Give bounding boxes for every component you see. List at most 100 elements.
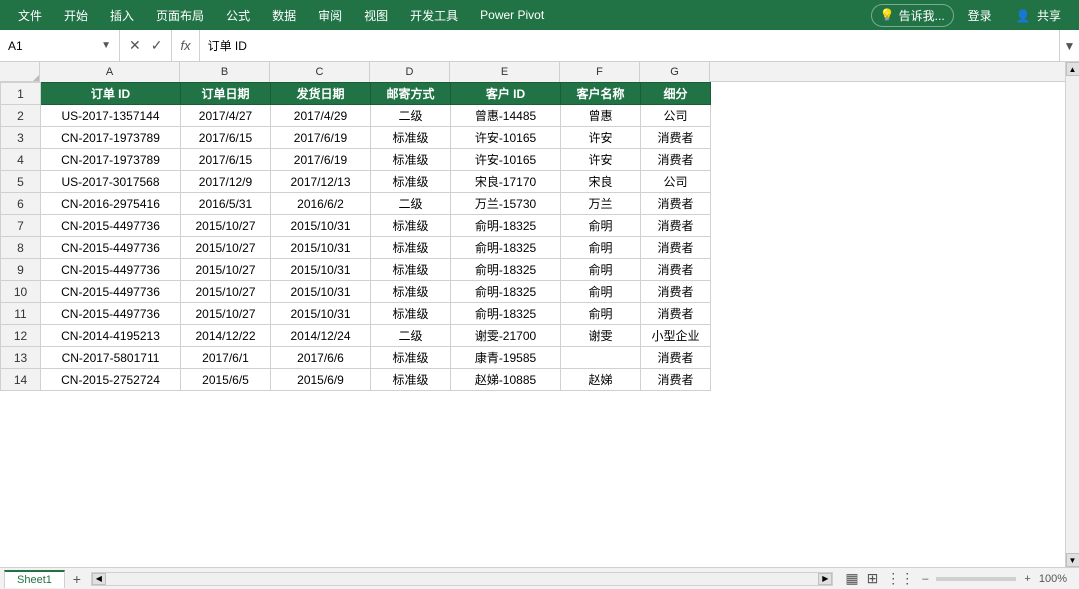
cell-9-b[interactable]: 2015/10/27 [181, 259, 271, 281]
header-cell-f[interactable]: 客户名称 [561, 83, 641, 105]
cell-5-e[interactable]: 宋良-17170 [451, 171, 561, 193]
horizontal-scrollbar[interactable]: ◀ ▶ [91, 572, 833, 586]
col-header-g[interactable]: G [640, 62, 710, 82]
cell-10-d[interactable]: 标准级 [371, 281, 451, 303]
cell-5-b[interactable]: 2017/12/9 [181, 171, 271, 193]
col-header-a[interactable]: A [40, 62, 180, 82]
scroll-down-btn[interactable]: ▼ [1066, 553, 1079, 567]
cell-6-a[interactable]: CN-2016-2975416 [41, 193, 181, 215]
cell-11-b[interactable]: 2015/10/27 [181, 303, 271, 325]
cell-7-a[interactable]: CN-2015-4497736 [41, 215, 181, 237]
header-cell-g[interactable]: 细分 [641, 83, 711, 105]
col-header-c[interactable]: C [270, 62, 370, 82]
scroll-up-btn[interactable]: ▲ [1066, 62, 1079, 76]
menu-share[interactable]: 👤 共享 [1006, 3, 1071, 28]
formula-content[interactable]: 订单 ID [200, 37, 1059, 54]
scroll-right-btn[interactable]: ▶ [818, 573, 832, 585]
scroll-left-btn[interactable]: ◀ [92, 573, 106, 585]
cell-4-g[interactable]: 消费者 [641, 149, 711, 171]
cell-11-a[interactable]: CN-2015-4497736 [41, 303, 181, 325]
select-all[interactable] [0, 62, 40, 82]
cell-12-c[interactable]: 2014/12/24 [271, 325, 371, 347]
col-header-b[interactable]: B [180, 62, 270, 82]
cell-8-d[interactable]: 标准级 [371, 237, 451, 259]
cell-4-b[interactable]: 2017/6/15 [181, 149, 271, 171]
cell-12-f[interactable]: 谢雯 [561, 325, 641, 347]
cell-14-f[interactable]: 赵娣 [561, 369, 641, 391]
menu-power-pivot[interactable]: Power Pivot [470, 4, 554, 26]
menu-insert[interactable]: 插入 [100, 3, 144, 28]
cell-12-a[interactable]: CN-2014-4195213 [41, 325, 181, 347]
cell-9-f[interactable]: 俞明 [561, 259, 641, 281]
cell-9-c[interactable]: 2015/10/31 [271, 259, 371, 281]
cell-9-g[interactable]: 消费者 [641, 259, 711, 281]
cell-14-c[interactable]: 2015/6/9 [271, 369, 371, 391]
header-cell-b[interactable]: 订单日期 [181, 83, 271, 105]
zoom-in[interactable]: + [1024, 573, 1030, 585]
cell-6-e[interactable]: 万兰-15730 [451, 193, 561, 215]
view-page[interactable]: ⊞ [867, 570, 879, 587]
col-header-f[interactable]: F [560, 62, 640, 82]
menu-file[interactable]: 文件 [8, 3, 52, 28]
cell-2-d[interactable]: 二级 [371, 105, 451, 127]
cell-3-f[interactable]: 许安 [561, 127, 641, 149]
view-normal[interactable]: ▦ [845, 570, 858, 587]
cell-6-b[interactable]: 2016/5/31 [181, 193, 271, 215]
cell-11-c[interactable]: 2015/10/31 [271, 303, 371, 325]
menu-data[interactable]: 数据 [262, 3, 306, 28]
cell-14-g[interactable]: 消费者 [641, 369, 711, 391]
cell-6-d[interactable]: 二级 [371, 193, 451, 215]
scroll-track-v[interactable] [1066, 76, 1079, 553]
cell-7-g[interactable]: 消费者 [641, 215, 711, 237]
cell-10-a[interactable]: CN-2015-4497736 [41, 281, 181, 303]
sheet-scroll[interactable]: 1 订单 ID 订单日期 发货日期 邮寄方式 客户 ID 客户名称 细分 2US… [0, 82, 1065, 567]
cell-3-g[interactable]: 消费者 [641, 127, 711, 149]
cell-11-g[interactable]: 消费者 [641, 303, 711, 325]
cell-10-c[interactable]: 2015/10/31 [271, 281, 371, 303]
cell-4-d[interactable]: 标准级 [371, 149, 451, 171]
cell-13-d[interactable]: 标准级 [371, 347, 451, 369]
cell-14-d[interactable]: 标准级 [371, 369, 451, 391]
cell-4-e[interactable]: 许安-10165 [451, 149, 561, 171]
cell-14-e[interactable]: 赵娣-10885 [451, 369, 561, 391]
cell-2-e[interactable]: 曾惠-14485 [451, 105, 561, 127]
menu-developer[interactable]: 开发工具 [400, 3, 468, 28]
cell-10-f[interactable]: 俞明 [561, 281, 641, 303]
confirm-icon[interactable]: ✓ [148, 35, 166, 56]
cell-2-b[interactable]: 2017/4/27 [181, 105, 271, 127]
cell-13-g[interactable]: 消费者 [641, 347, 711, 369]
cell-12-b[interactable]: 2014/12/22 [181, 325, 271, 347]
cell-5-d[interactable]: 标准级 [371, 171, 451, 193]
cell-ref-box[interactable]: A1 ▼ [0, 30, 120, 61]
menu-formula[interactable]: 公式 [216, 3, 260, 28]
view-break[interactable]: ⋮⋮ [886, 570, 914, 587]
cell-10-b[interactable]: 2015/10/27 [181, 281, 271, 303]
cell-12-d[interactable]: 二级 [371, 325, 451, 347]
formula-expand[interactable]: ▼ [1059, 30, 1079, 61]
header-cell-a[interactable]: 订单 ID [41, 83, 181, 105]
cell-13-b[interactable]: 2017/6/1 [181, 347, 271, 369]
zoom-slider[interactable] [936, 577, 1016, 581]
cell-9-a[interactable]: CN-2015-4497736 [41, 259, 181, 281]
cell-14-b[interactable]: 2015/6/5 [181, 369, 271, 391]
cell-2-c[interactable]: 2017/4/29 [271, 105, 371, 127]
cell-8-f[interactable]: 俞明 [561, 237, 641, 259]
cell-8-c[interactable]: 2015/10/31 [271, 237, 371, 259]
cell-7-e[interactable]: 俞明-18325 [451, 215, 561, 237]
cell-11-f[interactable]: 俞明 [561, 303, 641, 325]
header-cell-c[interactable]: 发货日期 [271, 83, 371, 105]
cell-12-e[interactable]: 谢雯-21700 [451, 325, 561, 347]
header-cell-d[interactable]: 邮寄方式 [371, 83, 451, 105]
menu-login[interactable]: 登录 [958, 3, 1002, 28]
sheet-tab-sheet1[interactable]: Sheet1 [4, 570, 65, 588]
cell-2-g[interactable]: 公司 [641, 105, 711, 127]
cell-7-b[interactable]: 2015/10/27 [181, 215, 271, 237]
menu-view[interactable]: 视图 [354, 3, 398, 28]
cell-2-a[interactable]: US-2017-1357144 [41, 105, 181, 127]
menu-start[interactable]: 开始 [54, 3, 98, 28]
cell-8-g[interactable]: 消费者 [641, 237, 711, 259]
cell-7-c[interactable]: 2015/10/31 [271, 215, 371, 237]
cell-5-f[interactable]: 宋良 [561, 171, 641, 193]
menu-review[interactable]: 审阅 [308, 3, 352, 28]
cell-8-b[interactable]: 2015/10/27 [181, 237, 271, 259]
